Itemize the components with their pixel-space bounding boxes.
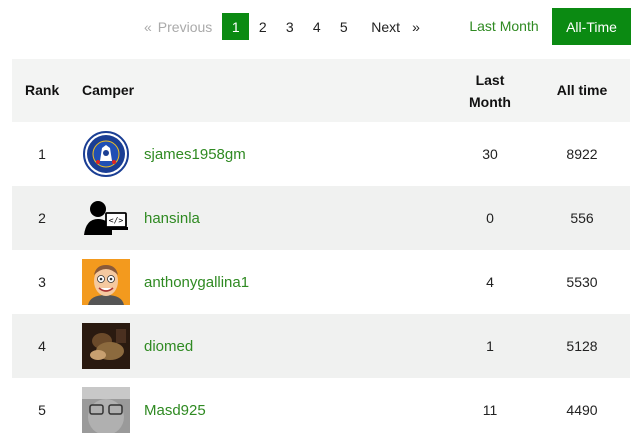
camper-name-link[interactable]: anthonygallina1 [144,250,249,314]
chelsea-crest-avatar [83,131,129,177]
all-time-cell: 5128 [566,338,598,354]
rank-cell: 1 [38,146,46,162]
rank-cell: 3 [38,274,46,290]
previous-link[interactable]: Previous [158,19,212,35]
page-link-2[interactable]: 2 [249,13,276,40]
page-link-5[interactable]: 5 [330,13,357,40]
page-link-3[interactable]: 3 [276,13,303,40]
previous-control[interactable]: « Previous [144,19,212,35]
header-last-month[interactable]: Last Month [446,69,534,113]
table-row: 1 sjames1958gm 30 8922 [12,122,630,186]
last-page-link[interactable]: » [412,19,420,35]
header-camper[interactable]: Camper [82,82,134,98]
table-row: 5 Masd925 11 4490 [12,378,630,442]
header-all-time[interactable]: All time [546,82,618,98]
all-time-cell: 8922 [566,146,598,162]
last-month-cell: 11 [482,402,498,418]
camper-name-link[interactable]: sjames1958gm [144,122,246,186]
last-month-cell: 30 [482,146,498,162]
all-time-cell: 5530 [566,274,598,290]
photo-avatar [82,387,130,433]
next-link[interactable]: Next [371,19,400,35]
pagination: « Previous 1 2 3 4 5 Next » [144,13,420,40]
all-time-cell: 4490 [566,402,598,418]
svg-text:</>: </> [109,216,124,225]
table-row: 2 </> hansinla 0 556 [12,186,630,250]
header-last-month-line2: Month [469,94,511,110]
next-control[interactable]: Next » [371,19,420,35]
rank-cell: 5 [38,402,46,418]
table-row: 4 diomed 1 5128 [12,314,630,378]
page-link-4[interactable]: 4 [303,13,330,40]
rank-cell: 4 [38,338,46,354]
last-month-cell: 1 [486,338,494,354]
top-bar: « Previous 1 2 3 4 5 Next » Last Month A… [0,0,640,52]
page-link-1[interactable]: 1 [222,13,250,40]
last-month-button[interactable]: Last Month [462,8,546,44]
camper-name-link[interactable]: hansinla [144,186,200,250]
avatar-cell [82,250,130,314]
camper-name-link[interactable]: Masd925 [144,378,206,442]
cartoon-face-avatar [82,259,130,305]
painting-avatar [82,323,130,369]
avatar-cell [82,378,130,442]
avatar-cell [82,122,130,186]
avatar-cell: </> [82,186,130,250]
header-rank[interactable]: Rank [25,82,59,98]
first-page-link[interactable]: « [144,19,152,35]
last-month-cell: 4 [486,274,494,290]
last-month-cell: 0 [486,210,494,226]
all-time-cell: 556 [570,210,594,226]
camper-name-link[interactable]: diomed [144,314,193,378]
table-header: Rank Camper Last Month All time [12,59,630,122]
coder-silhouette-avatar: </> [84,201,128,235]
avatar-cell [82,314,130,378]
table-row: 3 anthonygallina1 4 5530 [12,250,630,314]
leaderboard-table: Rank Camper Last Month All time 1 sjames… [12,59,630,442]
header-last-month-line1: Last [475,72,505,88]
all-time-button[interactable]: All-Time [552,8,631,45]
rank-cell: 2 [38,210,46,226]
